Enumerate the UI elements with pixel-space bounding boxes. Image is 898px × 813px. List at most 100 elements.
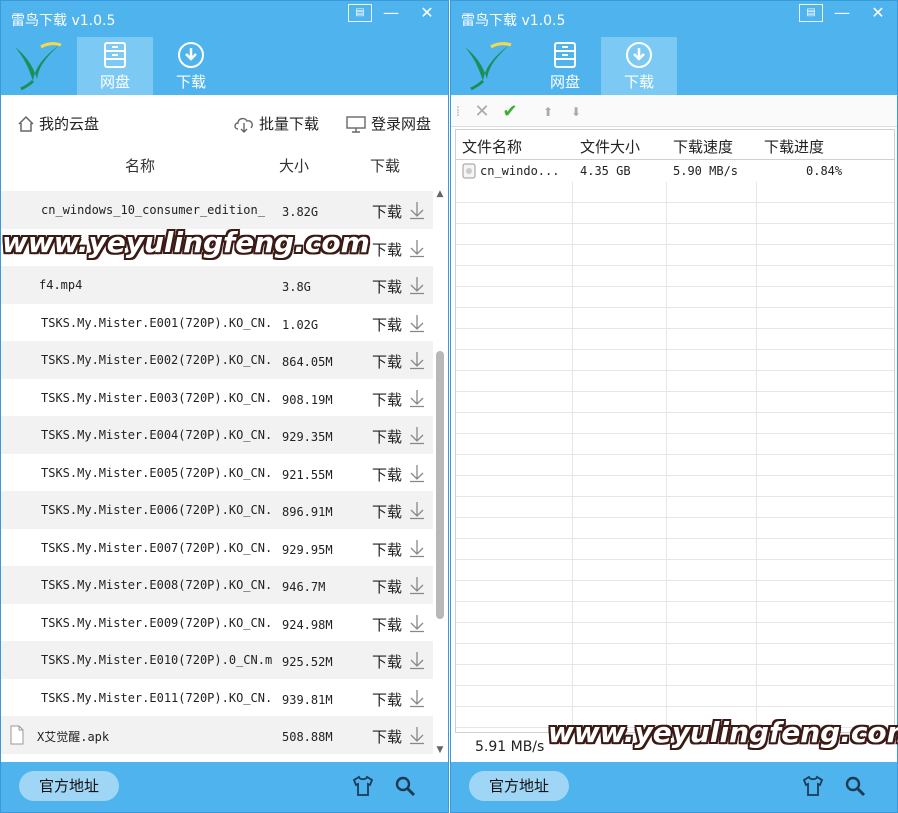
file-size: 929.95M: [282, 542, 333, 557]
column-header-size[interactable]: 大小: [279, 155, 309, 176]
official-site-button[interactable]: 官方地址: [19, 771, 119, 801]
download-arrow-icon[interactable]: [407, 725, 427, 745]
tab-download[interactable]: 下载: [601, 37, 677, 95]
list-item[interactable]: f4.mp4 3.8G 下载: [1, 266, 433, 304]
list-item[interactable]: TSKS.My.Mister.E006(720P).KO_CN. 896.91M 下…: [1, 491, 433, 529]
download-link[interactable]: 下载: [372, 501, 402, 522]
scroll-up-arrow-icon[interactable]: ▲: [435, 189, 445, 199]
column-header-speed[interactable]: 下载速度: [673, 136, 733, 157]
column-header-file-name[interactable]: 文件名称: [462, 136, 522, 157]
shirt-icon[interactable]: [351, 774, 375, 798]
list-item[interactable]: TSKS.My.Mister.E001(720P).KO_CN. 1.02G 下载: [1, 303, 433, 341]
list-item[interactable]: cn_windows_10_consumer_edition_ 3.82G 下载: [1, 191, 433, 229]
file-name: TSKS.My.Mister.E005(720P).KO_CN.: [41, 465, 273, 480]
download-arrow-icon[interactable]: [407, 238, 427, 258]
file-name: f4.mp4: [39, 278, 83, 292]
download-link[interactable]: 下载: [372, 351, 402, 372]
download-arrow-icon[interactable]: [407, 388, 427, 408]
move-down-icon[interactable]: ⬇: [565, 101, 587, 123]
batch-download-label: 批量下载: [259, 115, 320, 133]
download-arrow-icon[interactable]: [407, 613, 427, 633]
file-name: TSKS.My.Mister.E002(720P).KO_CN.: [41, 353, 273, 367]
download-link[interactable]: 下载: [372, 651, 402, 672]
table-row[interactable]: cn_windo... 4.35 GB 5.90 MB/s 0.84%: [456, 160, 894, 182]
download-link[interactable]: 下载: [372, 426, 402, 447]
move-up-icon[interactable]: ⬆: [537, 101, 559, 123]
download-circle-icon: [178, 42, 204, 68]
download-arrow-icon[interactable]: [407, 350, 427, 370]
shirt-icon[interactable]: [801, 774, 825, 798]
title-bar[interactable]: 雷鸟下载 v1.0.5 ▤ — ✕: [1, 1, 448, 37]
download-arrow-icon[interactable]: [407, 538, 427, 558]
download-link[interactable]: 下载: [372, 726, 402, 747]
download-arrow-icon[interactable]: [407, 650, 427, 670]
file-size: 508.88M: [282, 730, 333, 744]
download-link[interactable]: 下载: [372, 201, 402, 222]
file-size: 929.35M: [282, 430, 333, 444]
menu-icon[interactable]: ▤: [348, 4, 372, 22]
column-header-progress[interactable]: 下载进度: [764, 136, 824, 157]
minimize-button[interactable]: —: [378, 3, 404, 25]
list-item[interactable]: TSKS.My.Mister.E005(720P).KO_CN. 921.55M 下…: [1, 453, 433, 491]
download-arrow-icon[interactable]: [407, 425, 427, 445]
tab-download[interactable]: 下载: [153, 37, 229, 95]
download-arrow-icon[interactable]: [407, 463, 427, 483]
search-icon[interactable]: [393, 774, 417, 798]
file-size: 3.8G: [282, 280, 311, 294]
download-link[interactable]: 下载: [372, 614, 402, 635]
tab-cloud-disk[interactable]: 网盘: [527, 37, 603, 95]
my-cloud-link[interactable]: 我的云盘: [17, 113, 99, 134]
download-link[interactable]: 下载: [372, 539, 402, 560]
close-button[interactable]: ✕: [865, 3, 891, 25]
download-arrow-icon[interactable]: [407, 500, 427, 520]
download-link[interactable]: 下载: [372, 389, 402, 410]
delete-icon[interactable]: ✕: [471, 101, 493, 123]
search-icon[interactable]: [843, 774, 867, 798]
file-size: 921.55M: [282, 467, 333, 482]
download-file-name: cn_windo...: [480, 164, 560, 178]
download-link[interactable]: 下载: [372, 276, 402, 297]
minimize-button[interactable]: —: [829, 3, 855, 25]
list-item[interactable]: TSKS.My.Mister.E009(720P).KO_CN. 924.98M 下…: [1, 603, 433, 641]
title-bar[interactable]: 雷鸟下载 v1.0.5 ▤ — ✕: [451, 1, 897, 37]
download-arrow-icon[interactable]: [407, 275, 427, 295]
download-link[interactable]: 下载: [372, 239, 402, 260]
file-name: TSKS.My.Mister.E006(720P).KO_CN.: [41, 503, 273, 517]
my-cloud-label: 我的云盘: [39, 115, 100, 133]
login-cloud-button[interactable]: 登录网盘: [345, 113, 431, 134]
download-link[interactable]: 下载: [372, 689, 402, 710]
download-arrow-icon[interactable]: [407, 688, 427, 708]
list-item[interactable]: X艾觉醒.apk 508.88M 下载: [1, 716, 433, 754]
close-button[interactable]: ✕: [414, 3, 440, 25]
batch-download-button[interactable]: 批量下载: [233, 113, 319, 134]
download-arrow-icon[interactable]: [407, 313, 427, 333]
official-site-button[interactable]: 官方地址: [469, 771, 569, 801]
cloud-header: 我的云盘 批量下载 登录网盘 名称 大小 下载: [1, 95, 448, 187]
list-item[interactable]: TSKS.My.Mister.E008(720P).KO_CN. 946.7M 下载: [1, 566, 433, 604]
list-item[interactable]: TSKS.My.Mister.E003(720P).KO_CN. 908.19M 下…: [1, 378, 433, 416]
confirm-check-icon[interactable]: ✔: [499, 101, 521, 123]
list-item[interactable]: TSKS.My.Mister.E002(720P).KO_CN. 864.05M 下…: [1, 341, 433, 379]
list-item[interactable]: TSKS.My.Mister.E011(720P).KO_CN. 939.81M 下…: [1, 678, 433, 716]
column-header-file-size[interactable]: 文件大小: [580, 136, 640, 157]
list-item[interactable]: TSKS.My.Mister.E004(720P).KO_CN. 929.35M 下…: [1, 416, 433, 454]
download-link[interactable]: 下载: [372, 314, 402, 335]
download-link[interactable]: 下载: [372, 464, 402, 485]
watermark: www.yeyulingfeng.com: [2, 226, 370, 259]
tab-cloud-disk[interactable]: 网盘: [77, 37, 153, 95]
list-item[interactable]: TSKS.My.Mister.E007(720P).KO_CN. 929.95M 下…: [1, 528, 433, 566]
hummingbird-logo: [465, 42, 512, 91]
column-header-download: 下载: [370, 157, 401, 175]
scroll-down-arrow-icon[interactable]: ▼: [435, 745, 445, 755]
window-title: 雷鸟下载 v1.0.5: [461, 13, 566, 29]
download-link[interactable]: 下载: [372, 576, 402, 597]
scrollbar-thumb[interactable]: [436, 351, 444, 619]
file-list-scrollbar[interactable]: ▲ ▼: [433, 187, 447, 757]
file-name: TSKS.My.Mister.E001(720P).KO_CN.: [41, 315, 273, 330]
list-item[interactable]: TSKS.My.Mister.E010(720P).0_CN.m 925.52M 下…: [1, 641, 433, 679]
download-arrow-icon[interactable]: [407, 575, 427, 595]
file-size: 924.98M: [282, 617, 333, 632]
column-header-name[interactable]: 名称: [125, 155, 155, 176]
menu-icon[interactable]: ▤: [799, 4, 823, 22]
download-arrow-icon[interactable]: [407, 200, 427, 220]
